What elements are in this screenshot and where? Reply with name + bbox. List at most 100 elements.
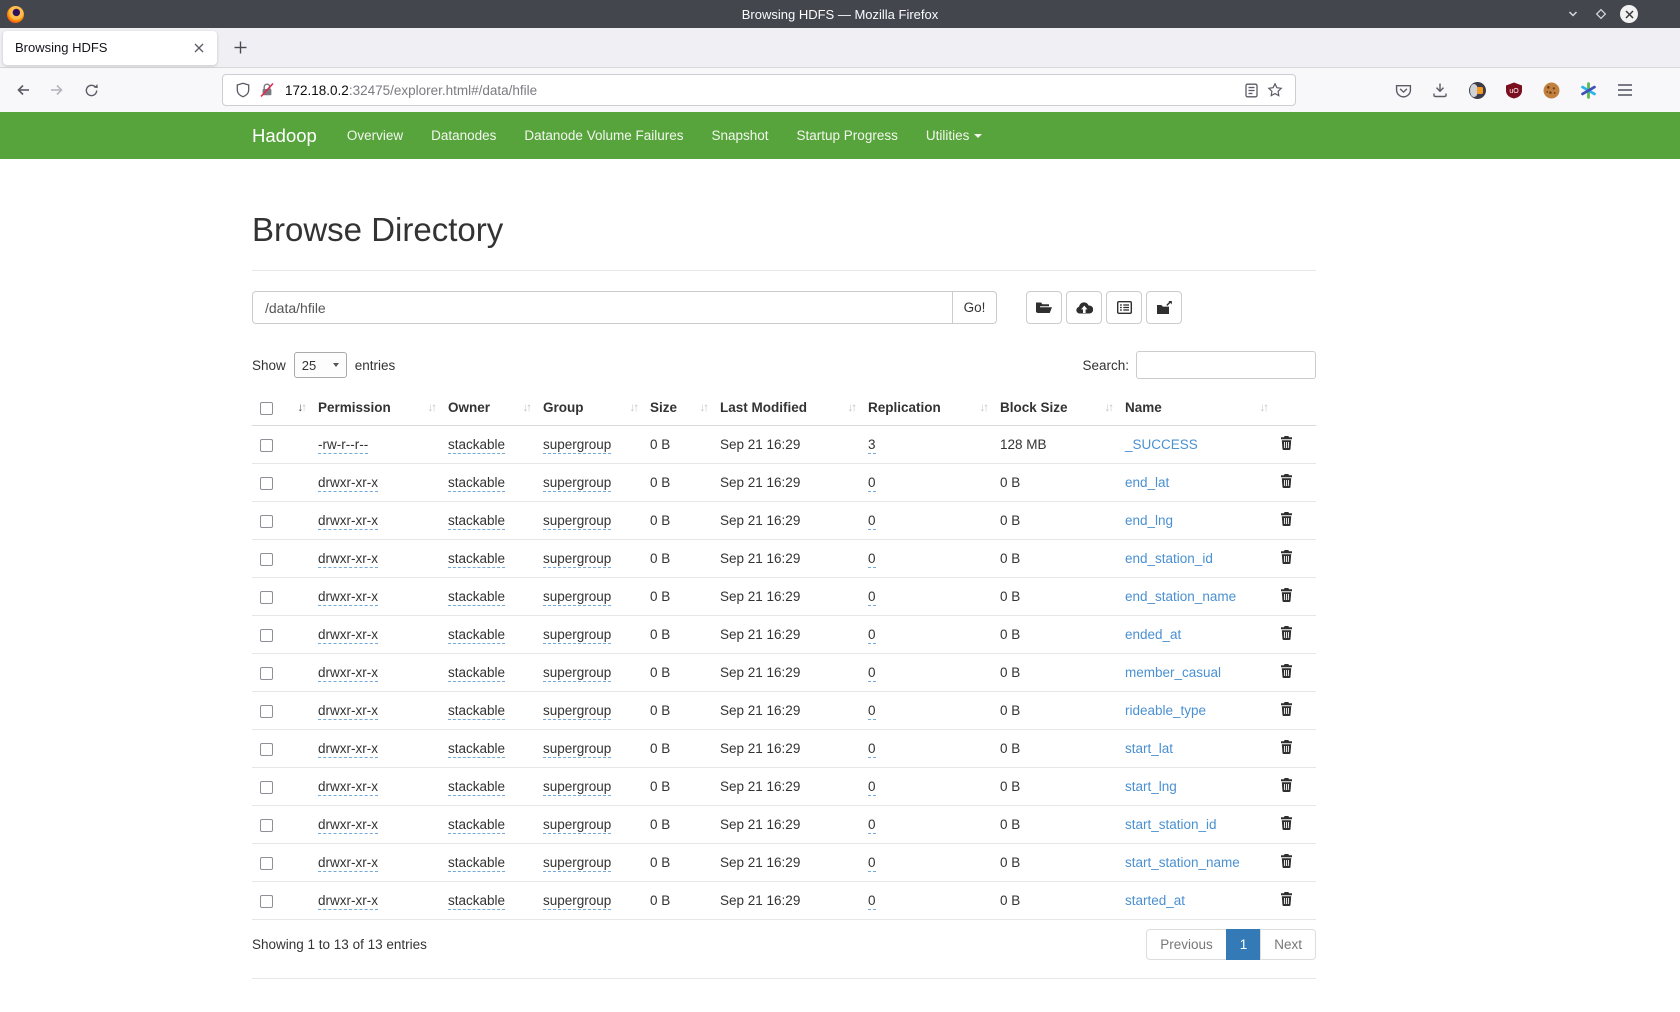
downloads-icon[interactable] (1429, 79, 1451, 101)
group-cell[interactable]: supergroup (543, 589, 611, 606)
replication-cell[interactable]: 0 (868, 779, 876, 796)
replication-cell[interactable]: 0 (868, 589, 876, 606)
row-checkbox[interactable] (260, 477, 273, 490)
group-cell[interactable]: supergroup (543, 893, 611, 910)
group-cell[interactable]: supergroup (543, 551, 611, 568)
file-name-link[interactable]: start_station_name (1125, 855, 1240, 870)
delete-trash-icon[interactable] (1280, 664, 1293, 678)
page-size-select[interactable]: 25 (294, 352, 347, 378)
owner-cell[interactable]: stackable (448, 589, 505, 606)
file-name-link[interactable]: end_lng (1125, 513, 1173, 528)
file-name-link[interactable]: _SUCCESS (1125, 437, 1198, 452)
file-name-link[interactable]: ended_at (1125, 627, 1181, 642)
permission-cell[interactable]: drwxr-xr-x (318, 703, 378, 720)
sort-icon[interactable]: ↓↑ (848, 402, 856, 414)
replication-cell[interactable]: 0 (868, 855, 876, 872)
owner-cell[interactable]: stackable (448, 893, 505, 910)
permission-cell[interactable]: drwxr-xr-x (318, 513, 378, 530)
col-name[interactable]: Name↓↑ (1117, 390, 1272, 426)
create-directory-button[interactable] (1026, 291, 1062, 324)
reload-icon[interactable] (76, 75, 106, 105)
owner-cell[interactable]: stackable (448, 551, 505, 568)
sort-icon[interactable]: ↓↑ (630, 402, 638, 414)
group-cell[interactable]: supergroup (543, 475, 611, 492)
delete-trash-icon[interactable] (1280, 512, 1293, 526)
row-checkbox[interactable] (260, 743, 273, 756)
row-checkbox[interactable] (260, 857, 273, 870)
group-cell[interactable]: supergroup (543, 665, 611, 682)
search-input[interactable] (1136, 351, 1316, 379)
new-tab-button[interactable] (225, 33, 255, 63)
group-cell[interactable]: supergroup (543, 513, 611, 530)
ublock-extension-icon[interactable]: uO (1503, 79, 1525, 101)
go-button[interactable]: Go! (952, 291, 997, 324)
row-checkbox[interactable] (260, 705, 273, 718)
col-owner[interactable]: Owner↓↑ (440, 390, 535, 426)
hadoop-brand[interactable]: Hadoop (252, 125, 317, 147)
delete-trash-icon[interactable] (1280, 702, 1293, 716)
replication-cell[interactable]: 0 (868, 513, 876, 530)
delete-trash-icon[interactable] (1280, 892, 1293, 906)
file-name-link[interactable]: started_at (1125, 893, 1185, 908)
owner-cell[interactable]: stackable (448, 665, 505, 682)
replication-cell[interactable]: 0 (868, 703, 876, 720)
directory-path-input[interactable] (252, 291, 953, 324)
replication-cell[interactable]: 0 (868, 817, 876, 834)
replication-cell[interactable]: 0 (868, 665, 876, 682)
nav-item[interactable]: Utilities (912, 128, 997, 143)
owner-cell[interactable]: stackable (448, 513, 505, 530)
permission-cell[interactable]: drwxr-xr-x (318, 893, 378, 910)
permission-cell[interactable]: -rw-r--r-- (318, 437, 368, 454)
file-name-link[interactable]: rideable_type (1125, 703, 1206, 718)
row-checkbox[interactable] (260, 819, 273, 832)
permission-cell[interactable]: drwxr-xr-x (318, 627, 378, 644)
shield-icon[interactable] (231, 78, 255, 102)
col-replication[interactable]: Replication↓↑ (860, 390, 992, 426)
nav-item[interactable]: Datanodes (417, 128, 510, 143)
group-cell[interactable]: supergroup (543, 779, 611, 796)
col-permission[interactable]: Permission↓↑ (310, 390, 440, 426)
group-cell[interactable]: supergroup (543, 741, 611, 758)
delete-trash-icon[interactable] (1280, 626, 1293, 640)
file-name-link[interactable]: end_lat (1125, 475, 1169, 490)
replication-cell[interactable]: 3 (868, 437, 876, 454)
row-checkbox[interactable] (260, 667, 273, 680)
nav-item[interactable]: Snapshot (697, 128, 782, 143)
previous-page-button[interactable]: Previous (1146, 929, 1227, 960)
sort-icon[interactable]: ↓↑ (1105, 402, 1113, 414)
row-checkbox[interactable] (260, 895, 273, 908)
owner-cell[interactable]: stackable (448, 855, 505, 872)
group-cell[interactable]: supergroup (543, 817, 611, 834)
replication-cell[interactable]: 0 (868, 741, 876, 758)
group-cell[interactable]: supergroup (543, 437, 611, 454)
owner-cell[interactable]: stackable (448, 475, 505, 492)
nav-item[interactable]: Overview (333, 128, 417, 143)
group-cell[interactable]: supergroup (543, 703, 611, 720)
select-all-checkbox[interactable] (260, 402, 273, 415)
replication-cell[interactable]: 0 (868, 475, 876, 492)
browser-tab[interactable]: Browsing HDFS (3, 31, 217, 65)
sparkle-extension-icon[interactable] (1577, 79, 1599, 101)
file-name-link[interactable]: end_station_name (1125, 589, 1236, 604)
nav-item[interactable]: Startup Progress (783, 128, 912, 143)
row-checkbox[interactable] (260, 629, 273, 642)
back-icon[interactable] (8, 75, 38, 105)
permission-cell[interactable]: drwxr-xr-x (318, 779, 378, 796)
file-name-link[interactable]: member_casual (1125, 665, 1221, 680)
move-folder-button[interactable] (1146, 291, 1182, 324)
current-page-button[interactable]: 1 (1226, 929, 1262, 960)
bookmark-star-icon[interactable] (1263, 78, 1287, 102)
group-cell[interactable]: supergroup (543, 855, 611, 872)
delete-trash-icon[interactable] (1280, 474, 1293, 488)
sort-icon[interactable]: ↓↑ (523, 402, 531, 414)
col-size[interactable]: Size↓↑ (642, 390, 712, 426)
file-name-link[interactable]: start_station_id (1125, 817, 1217, 832)
row-checkbox[interactable] (260, 553, 273, 566)
owner-cell[interactable]: stackable (448, 779, 505, 796)
owner-cell[interactable]: stackable (448, 437, 505, 454)
col-block-size[interactable]: Block Size↓↑ (992, 390, 1117, 426)
forward-icon[interactable] (42, 75, 72, 105)
delete-trash-icon[interactable] (1280, 854, 1293, 868)
sort-icon[interactable]: ↓↑ (1260, 402, 1268, 414)
cookie-extension-icon[interactable] (1540, 79, 1562, 101)
